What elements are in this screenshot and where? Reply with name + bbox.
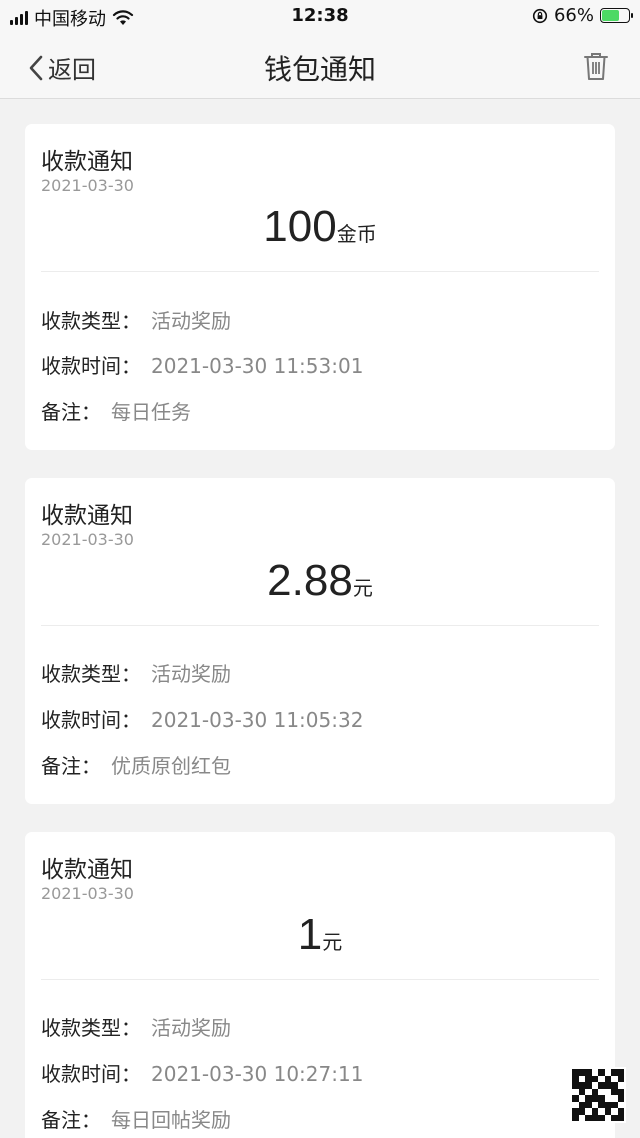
trash-icon (584, 53, 608, 80)
amount-value: 1 (297, 910, 323, 959)
amount: 1元 (25, 910, 615, 960)
amount: 2.88元 (25, 556, 615, 606)
status-right: 66% (532, 5, 633, 26)
battery-level-fill (602, 10, 619, 21)
orientation-lock-icon (532, 8, 548, 23)
notification-title: 收款通知 (41, 149, 133, 175)
receipt-type-value: 活动奖励 (151, 309, 231, 333)
notification-date: 2021-03-30 (41, 176, 134, 195)
note-label: 备注： (41, 400, 101, 424)
receipt-type-value: 活动奖励 (151, 662, 231, 686)
delete-button[interactable] (582, 50, 610, 86)
note-label: 备注： (41, 754, 101, 778)
status-bar: 中国移动 12:38 66% (0, 0, 640, 34)
amount-unit: 元 (322, 930, 343, 954)
receipt-type-label: 收款类型： (41, 309, 141, 333)
receipt-type-label: 收款类型： (41, 662, 141, 686)
receipt-time-row: 收款时间： 2021-03-30 10:27:11 (41, 1058, 363, 1087)
note-row: 备注： 优质原创红包 (41, 750, 231, 779)
battery-percent: 66% (553, 5, 594, 26)
note-label: 备注： (41, 1108, 101, 1132)
divider (41, 979, 599, 980)
notification-title: 收款通知 (41, 503, 133, 529)
amount: 100金币 (25, 202, 615, 252)
note-value: 优质原创红包 (111, 754, 231, 778)
receipt-time-label: 收款时间： (41, 354, 141, 378)
note-row: 备注： 每日回帖奖励 (41, 1104, 231, 1133)
qr-code-icon (570, 1067, 626, 1123)
receipt-time-row: 收款时间： 2021-03-30 11:53:01 (41, 350, 363, 379)
notification-card[interactable]: 收款通知 2021-03-30 1元 收款类型： 活动奖励 收款时间： 2021-0… (25, 832, 615, 1138)
amount-value: 2.88 (267, 556, 353, 605)
notification-title: 收款通知 (41, 857, 133, 883)
notification-date: 2021-03-30 (41, 884, 134, 903)
battery-icon (600, 8, 633, 23)
amount-unit: 元 (352, 576, 373, 600)
receipt-type-row: 收款类型： 活动奖励 (41, 658, 231, 687)
notification-date: 2021-03-30 (41, 530, 134, 549)
notification-card[interactable]: 收款通知 2021-03-30 100金币 收款类型： 活动奖励 收款时间： 202… (25, 124, 615, 450)
amount-value: 100 (263, 202, 337, 251)
divider (41, 271, 599, 272)
divider (41, 625, 599, 626)
receipt-type-row: 收款类型： 活动奖励 (41, 305, 231, 334)
receipt-time-value: 2021-03-30 10:27:11 (151, 1062, 364, 1086)
note-row: 备注： 每日任务 (41, 396, 191, 425)
receipt-type-value: 活动奖励 (151, 1016, 231, 1040)
receipt-time-row: 收款时间： 2021-03-30 11:05:32 (41, 704, 363, 733)
note-value: 每日回帖奖励 (111, 1108, 231, 1132)
qr-code-pattern (572, 1069, 624, 1121)
receipt-type-row: 收款类型： 活动奖励 (41, 1012, 231, 1041)
note-value: 每日任务 (111, 400, 191, 424)
page-title: 钱包通知 (263, 53, 376, 86)
receipt-time-value: 2021-03-30 11:05:32 (151, 708, 364, 732)
navigation-bar: 返回 钱包通知 (0, 34, 640, 99)
wallet-notifications-screen: 中国移动 12:38 66% 返回 钱包通知 收款通知 2021-03-30 1… (0, 0, 640, 1138)
receipt-time-label: 收款时间： (41, 1062, 141, 1086)
notification-card[interactable]: 收款通知 2021-03-30 2.88元 收款类型： 活动奖励 收款时间： 202… (25, 478, 615, 804)
amount-unit: 金币 (336, 222, 377, 246)
receipt-time-value: 2021-03-30 11:53:01 (151, 354, 364, 378)
receipt-time-label: 收款时间： (41, 708, 141, 732)
receipt-type-label: 收款类型： (41, 1016, 141, 1040)
